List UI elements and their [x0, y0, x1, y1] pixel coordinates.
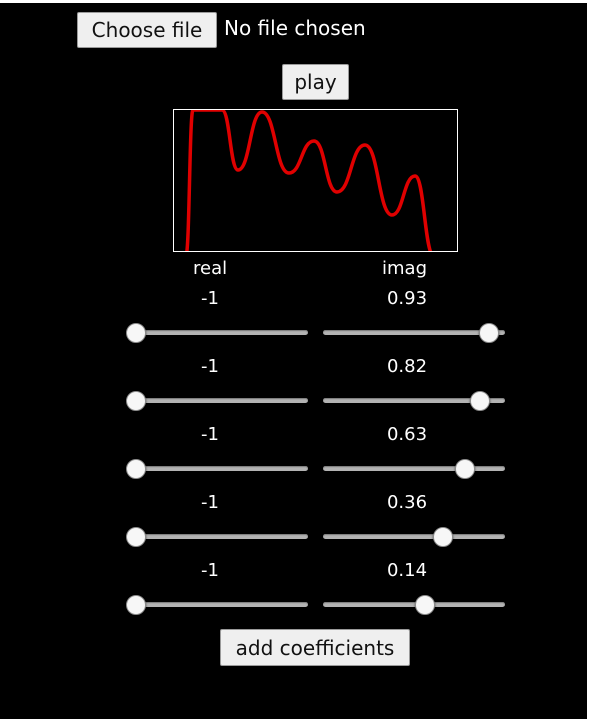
imag-slider-5[interactable]	[323, 595, 505, 615]
real-value-label: -1	[201, 288, 219, 309]
slider-track	[126, 534, 308, 539]
real-value-label: -1	[201, 356, 219, 377]
add-coefficients-button[interactable]: add coefficients	[220, 629, 410, 666]
imag-value-label: 0.36	[386, 492, 428, 513]
real-slider-4[interactable]	[126, 527, 308, 547]
waveform-svg	[185, 110, 433, 251]
slider-thumb[interactable]	[455, 459, 476, 479]
real-slider-5[interactable]	[126, 595, 308, 615]
imag-slider-2[interactable]	[323, 391, 505, 411]
imag-slider-4[interactable]	[323, 527, 505, 547]
slider-thumb[interactable]	[479, 323, 500, 343]
slider-track	[126, 330, 308, 335]
waveform-plot	[173, 109, 458, 252]
real-value-label: -1	[201, 492, 219, 513]
real-slider-1[interactable]	[126, 323, 308, 343]
slider-thumb[interactable]	[126, 595, 146, 615]
real-value-label: -1	[201, 560, 219, 581]
real-column-header: real	[193, 258, 228, 279]
slider-thumb[interactable]	[415, 595, 436, 615]
imag-slider-1[interactable]	[323, 323, 505, 343]
top-edge	[0, 0, 590, 3]
slider-track	[323, 534, 505, 539]
real-value-label: -1	[201, 424, 219, 445]
imag-value-label: 0.93	[386, 288, 428, 309]
play-button[interactable]: play	[282, 64, 349, 100]
slider-track	[126, 466, 308, 471]
imag-value-label: 0.14	[386, 560, 428, 581]
slider-thumb[interactable]	[126, 459, 146, 479]
slider-thumb[interactable]	[433, 527, 454, 547]
slider-track	[323, 466, 505, 471]
file-status-text: No file chosen	[224, 16, 366, 40]
slider-thumb[interactable]	[126, 391, 146, 411]
imag-value-label: 0.82	[386, 356, 428, 377]
choose-file-button[interactable]: Choose file	[77, 12, 217, 48]
slider-track	[323, 330, 505, 335]
imag-slider-3[interactable]	[323, 459, 505, 479]
waveform-line	[185, 110, 433, 251]
slider-track	[126, 602, 308, 607]
imag-value-label: 0.63	[386, 424, 428, 445]
real-slider-2[interactable]	[126, 391, 308, 411]
slider-thumb[interactable]	[126, 323, 146, 343]
real-slider-3[interactable]	[126, 459, 308, 479]
slider-thumb[interactable]	[470, 391, 491, 411]
app-window: Choose file No file chosen play real ima…	[0, 0, 590, 719]
slider-track	[323, 602, 505, 607]
slider-track	[126, 398, 308, 403]
slider-thumb[interactable]	[126, 527, 146, 547]
imag-column-header: imag	[382, 258, 427, 279]
